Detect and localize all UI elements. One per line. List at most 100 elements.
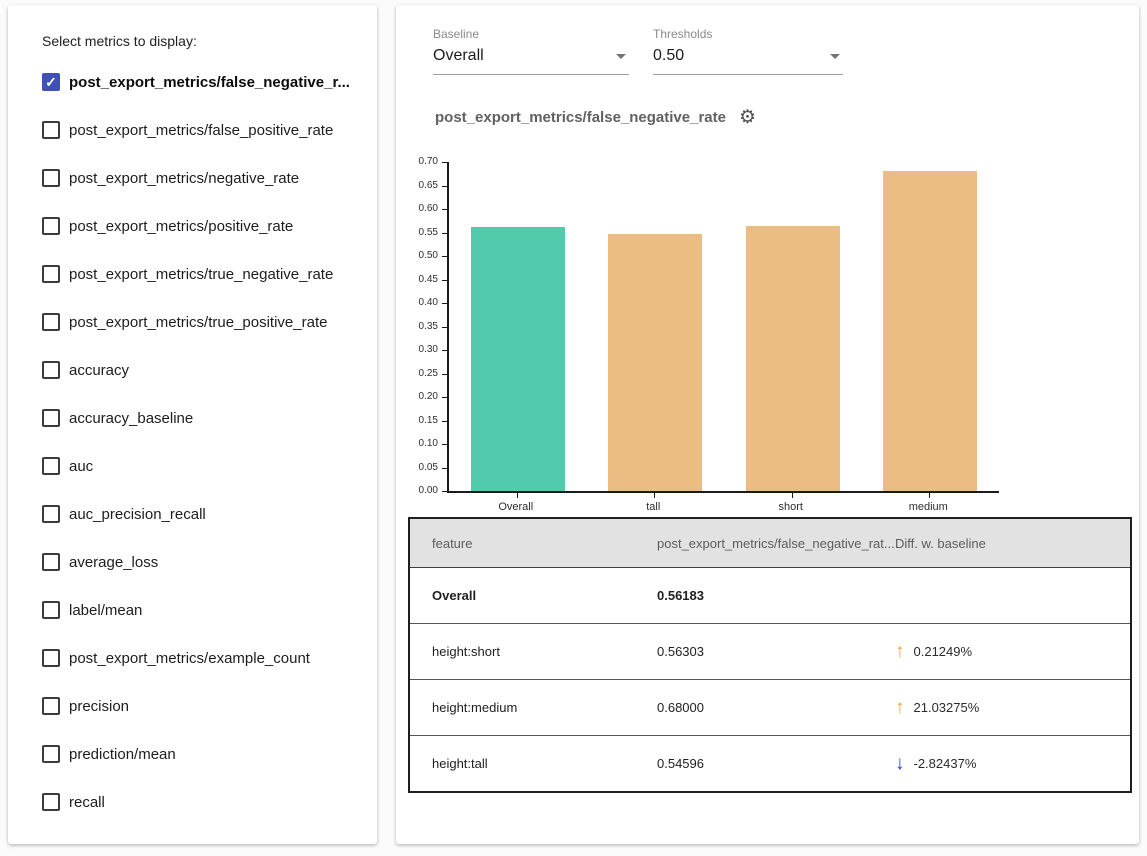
metric-checkbox-item-8[interactable]: auc	[8, 442, 377, 490]
y-axis-tick-mark	[442, 444, 447, 445]
arrow-down-icon: ↓	[895, 754, 905, 773]
gear-icon[interactable]: ⚙	[739, 108, 756, 127]
metric-label: accuracy	[69, 362, 129, 379]
checkbox-unchecked-icon[interactable]	[42, 745, 60, 763]
thresholds-select[interactable]: Thresholds 0.50	[653, 27, 843, 75]
metric-checkbox-item-14[interactable]: prediction/mean	[8, 730, 377, 778]
y-axis-tick-mark	[442, 491, 447, 492]
metric-label: auc_precision_recall	[69, 506, 206, 523]
y-axis-tick-label: 0.60	[396, 204, 438, 214]
y-axis-tick-mark	[442, 209, 447, 210]
cell-metric-value: 0.56183	[656, 568, 894, 624]
checkbox-unchecked-icon[interactable]	[42, 697, 60, 715]
chevron-down-icon[interactable]	[616, 54, 626, 59]
diff-indicator: ↑0.21249%	[895, 642, 1129, 661]
metric-checkbox-item-11[interactable]: label/mean	[8, 586, 377, 634]
metric-checkbox-item-3[interactable]: post_export_metrics/positive_rate	[8, 202, 377, 250]
table-row-height:tall[interactable]: height:tall0.54596↓-2.82437%	[409, 736, 1131, 793]
x-axis-tick-label: tall	[585, 501, 723, 513]
cell-feature: height:short	[409, 624, 656, 680]
metric-label: auc	[69, 458, 93, 475]
y-axis-tick-mark	[442, 421, 447, 422]
metric-label: prediction/mean	[69, 746, 176, 763]
y-axis-tick-mark	[442, 327, 447, 328]
y-axis-tick-mark	[442, 162, 447, 163]
table-row-height:short[interactable]: height:short0.56303↑0.21249%	[409, 624, 1131, 680]
x-axis-tick-mark	[792, 493, 793, 498]
checkbox-checked-icon[interactable]: ✓	[42, 73, 60, 91]
y-axis-tick-mark	[442, 350, 447, 351]
y-axis-tick-label: 0.30	[396, 345, 438, 355]
bar-slot	[724, 226, 862, 491]
metric-label: post_export_metrics/true_positive_rate	[69, 314, 327, 331]
bar-Overall[interactable]	[471, 227, 565, 491]
checkbox-unchecked-icon[interactable]	[42, 793, 60, 811]
checkbox-unchecked-icon[interactable]	[42, 313, 60, 331]
metric-label: precision	[69, 698, 129, 715]
cell-feature: Overall	[409, 568, 656, 624]
x-axis-tick-mark	[654, 493, 655, 498]
y-axis-tick-mark	[442, 233, 447, 234]
bar-chart: 0.700.650.600.550.500.450.400.350.300.25…	[396, 155, 1076, 525]
metric-checkbox-item-15[interactable]: recall	[8, 778, 377, 826]
col-header-diff: Diff. w. baseline	[894, 518, 1131, 568]
metric-checkbox-item-13[interactable]: precision	[8, 682, 377, 730]
checkbox-unchecked-icon[interactable]	[42, 649, 60, 667]
arrow-up-icon: ↑	[895, 642, 905, 661]
checkbox-unchecked-icon[interactable]	[42, 121, 60, 139]
baseline-select[interactable]: Baseline Overall	[433, 27, 629, 75]
diff-indicator: ↓-2.82437%	[895, 754, 1129, 773]
checkbox-unchecked-icon[interactable]	[42, 457, 60, 475]
metric-label: post_export_metrics/example_count	[69, 650, 310, 667]
checkbox-unchecked-icon[interactable]	[42, 361, 60, 379]
metric-checkbox-item-5[interactable]: post_export_metrics/true_positive_rate	[8, 298, 377, 346]
table-row-height:medium[interactable]: height:medium0.68000↑21.03275%	[409, 680, 1131, 736]
chart-title-row: post_export_metrics/false_negative_rate …	[435, 108, 756, 127]
check-icon: ✓	[45, 75, 57, 89]
checkbox-unchecked-icon[interactable]	[42, 553, 60, 571]
metric-label: post_export_metrics/false_positive_rate	[69, 122, 333, 139]
y-axis-tick-label: 0.05	[396, 463, 438, 473]
checkbox-unchecked-icon[interactable]	[42, 409, 60, 427]
metric-list: ✓post_export_metrics/false_negative_r...…	[8, 58, 377, 826]
metric-checkbox-item-10[interactable]: average_loss	[8, 538, 377, 586]
checkbox-unchecked-icon[interactable]	[42, 601, 60, 619]
metric-selector-title: Select metrics to display:	[42, 33, 377, 49]
checkbox-unchecked-icon[interactable]	[42, 265, 60, 283]
metric-label: recall	[69, 794, 105, 811]
cell-metric-value: 0.54596	[656, 736, 894, 793]
metric-checkbox-item-9[interactable]: auc_precision_recall	[8, 490, 377, 538]
y-axis-tick-label: 0.25	[396, 369, 438, 379]
y-axis-tick-label: 0.20	[396, 392, 438, 402]
bar-tall[interactable]	[608, 234, 702, 491]
x-axis-tick-label: short	[722, 501, 860, 513]
metric-checkbox-item-2[interactable]: post_export_metrics/negative_rate	[8, 154, 377, 202]
arrow-up-icon: ↑	[895, 698, 905, 717]
metric-checkbox-item-4[interactable]: post_export_metrics/true_negative_rate	[8, 250, 377, 298]
baseline-value[interactable]: Overall	[433, 47, 629, 75]
col-header-value: post_export_metrics/false_negative_rat..…	[656, 518, 894, 568]
metric-label: accuracy_baseline	[69, 410, 193, 427]
metric-checkbox-item-1[interactable]: post_export_metrics/false_positive_rate	[8, 106, 377, 154]
diff-percentage: 21.03275%	[914, 700, 980, 715]
checkbox-unchecked-icon[interactable]	[42, 217, 60, 235]
y-axis-tick-label: 0.15	[396, 416, 438, 426]
metric-checkbox-item-12[interactable]: post_export_metrics/example_count	[8, 634, 377, 682]
checkbox-unchecked-icon[interactable]	[42, 169, 60, 187]
x-axis-tick-label: Overall	[447, 501, 585, 513]
metric-checkbox-item-0[interactable]: ✓post_export_metrics/false_negative_r...	[8, 58, 377, 106]
bar-slot	[862, 171, 1000, 491]
y-axis-tick-label: 0.55	[396, 228, 438, 238]
table-header: featurepost_export_metrics/false_negativ…	[409, 518, 1131, 568]
metrics-table: featurepost_export_metrics/false_negativ…	[408, 517, 1132, 793]
thresholds-value[interactable]: 0.50	[653, 47, 843, 75]
bar-short[interactable]	[746, 226, 840, 491]
metric-checkbox-item-7[interactable]: accuracy_baseline	[8, 394, 377, 442]
chart-plot-area	[447, 162, 999, 493]
metric-checkbox-item-6[interactable]: accuracy	[8, 346, 377, 394]
col-header-feature: feature	[409, 518, 656, 568]
chevron-down-icon[interactable]	[830, 54, 840, 59]
checkbox-unchecked-icon[interactable]	[42, 505, 60, 523]
table-row-Overall[interactable]: Overall0.56183	[409, 568, 1131, 624]
bar-medium[interactable]	[883, 171, 977, 491]
